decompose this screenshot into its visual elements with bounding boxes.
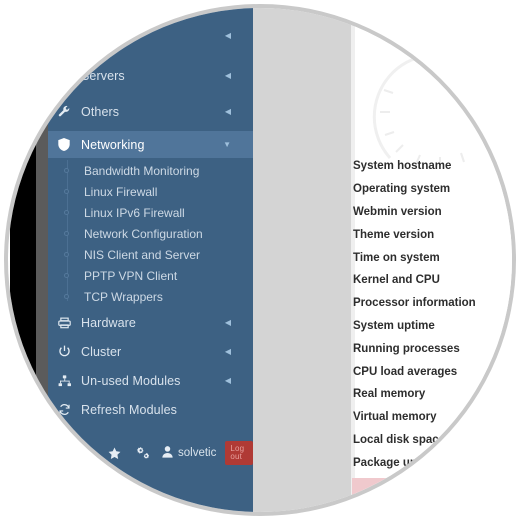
username-label: solvetic: [178, 447, 217, 459]
status-highlight-block: [352, 478, 388, 502]
sidebar-item-label: Networking: [81, 137, 145, 152]
info-label: Virtual memory: [353, 411, 437, 424]
user-icon: [162, 445, 173, 461]
submenu-item-label: NIS Client and Server: [84, 247, 201, 262]
info-row[interactable]: Virtual memory: [353, 406, 512, 429]
info-row[interactable]: System uptime: [353, 315, 512, 338]
submenu-item-pptp-vpn-client[interactable]: PPTP VPN Client: [48, 265, 253, 286]
submenu-item-label: TCP Wrappers: [84, 289, 163, 304]
info-row[interactable]: Package updates: [353, 451, 512, 474]
user-account-button[interactable]: solvetic: [162, 445, 217, 461]
info-row[interactable]: Processor information: [353, 292, 512, 315]
info-label: System hostname: [353, 160, 452, 173]
caret-left-icon: ◀: [224, 375, 231, 385]
sidebar-item-label: Cluster: [81, 344, 122, 359]
bullet-icon: [64, 210, 69, 215]
info-label: Theme version: [353, 228, 435, 241]
sidebar-item-clipped-top[interactable]: ◀: [48, 22, 253, 49]
info-label: Kernel and CPU: [353, 274, 440, 287]
info-label: Real memory: [353, 388, 426, 401]
caret-down-icon: ▼: [223, 139, 231, 149]
system-information-list: System hostname Operating system Webmin …: [353, 155, 512, 474]
sidebar-item-label: Un-used Modules: [81, 373, 181, 388]
submenu-item-label: Linux Firewall: [84, 184, 158, 199]
bullet-icon: [64, 168, 69, 173]
sidebar-item-un-used-modules[interactable]: Un-used Modules ◀: [48, 367, 253, 394]
info-label: Local disk space: [353, 433, 446, 446]
caret-left-icon: ◀: [224, 106, 231, 116]
refresh-icon: [58, 403, 78, 416]
sitemap-icon: [58, 374, 78, 387]
screenshot-stage: ◀ Servers ◀ Others ◀ Networking ▼ Bandwi…: [0, 0, 520, 520]
info-label: System uptime: [353, 319, 435, 332]
power-icon: [58, 345, 78, 358]
submenu-item-nis-client-and-server[interactable]: NIS Client and Server: [48, 244, 253, 265]
info-label: CPU load averages: [353, 365, 458, 378]
info-row[interactable]: Kernel and CPU: [353, 269, 512, 292]
sidebar-item-refresh-modules[interactable]: Refresh Modules: [48, 396, 253, 423]
sidebar-item-servers[interactable]: Servers ◀: [48, 62, 253, 89]
spacer-panel: [253, 8, 353, 512]
bullet-icon: [64, 231, 69, 236]
logout-button[interactable]: Log out: [225, 441, 253, 465]
info-row[interactable]: Running processes: [353, 337, 512, 360]
bullet-icon: [64, 189, 69, 194]
sidebar-bottom-toolbar: solvetic Log out: [48, 438, 253, 468]
left-gray-gutter: [36, 8, 48, 512]
info-row[interactable]: Operating system: [353, 178, 512, 201]
bullet-icon: [64, 273, 69, 278]
bullet-icon: [64, 252, 69, 257]
info-row[interactable]: System hostname: [353, 155, 512, 178]
favorites-button[interactable]: [104, 443, 124, 463]
submenu-item-network-configuration[interactable]: Network Configuration: [48, 223, 253, 244]
submenu-item-linux-firewall[interactable]: Linux Firewall: [48, 181, 253, 202]
info-row[interactable]: CPU load averages: [353, 360, 512, 383]
caret-left-icon: ◀: [224, 70, 231, 80]
webmin-app-window: ◀ Servers ◀ Others ◀ Networking ▼ Bandwi…: [8, 8, 512, 512]
caret-left-icon: ◀: [224, 346, 231, 356]
info-row[interactable]: Real memory: [353, 383, 512, 406]
left-black-gutter: [10, 8, 36, 512]
bullet-icon: [64, 294, 69, 299]
info-row[interactable]: Webmin version: [353, 201, 512, 224]
networking-submenu: Bandwidth Monitoring Linux Firewall Linu…: [48, 158, 253, 307]
info-row[interactable]: Time on system: [353, 246, 512, 269]
info-label: Time on system: [353, 251, 440, 264]
settings-button[interactable]: [133, 443, 153, 463]
submenu-item-tcp-wrappers[interactable]: TCP Wrappers: [48, 286, 253, 307]
sidebar-item-label: Hardware: [81, 315, 136, 330]
sidebar-item-networking[interactable]: Networking ▼: [48, 131, 253, 158]
gears-icon: [136, 446, 150, 460]
shield-icon: [58, 138, 78, 151]
submenu-item-label: Linux IPv6 Firewall: [84, 205, 185, 220]
circular-crop-mask: ◀ Servers ◀ Others ◀ Networking ▼ Bandwi…: [8, 8, 512, 512]
submenu-item-bandwidth-monitoring[interactable]: Bandwidth Monitoring: [48, 160, 253, 181]
sidebar-item-label: Refresh Modules: [81, 402, 177, 417]
submenu-item-linux-ipv6-firewall[interactable]: Linux IPv6 Firewall: [48, 202, 253, 223]
info-label: Processor information: [353, 297, 476, 310]
sidebar-item-hardware[interactable]: Hardware ◀: [48, 309, 253, 336]
star-icon: [108, 446, 121, 460]
submenu-item-label: PPTP VPN Client: [84, 268, 178, 283]
sidebar-item-others[interactable]: Others ◀: [48, 98, 253, 125]
info-label: Webmin version: [353, 205, 442, 218]
sidebar-item-cluster[interactable]: Cluster ◀: [48, 338, 253, 365]
wrench-icon: [58, 105, 78, 118]
submenu-item-label: Bandwidth Monitoring: [84, 163, 200, 178]
navigation-sidebar: ◀ Servers ◀ Others ◀ Networking ▼ Bandwi…: [48, 8, 253, 512]
caret-left-icon: ◀: [224, 317, 231, 327]
info-label: Package updates: [353, 456, 447, 469]
sidebar-item-label: Servers: [81, 68, 125, 83]
info-row[interactable]: Local disk space: [353, 429, 512, 452]
info-label: Running processes: [353, 342, 460, 355]
info-row[interactable]: Theme version: [353, 223, 512, 246]
info-label: Operating system: [353, 183, 451, 196]
sidebar-item-label: Others: [81, 104, 120, 119]
caret-left-icon: ◀: [224, 30, 231, 40]
printer-icon: [58, 317, 78, 329]
submenu-item-label: Network Configuration: [84, 226, 203, 241]
